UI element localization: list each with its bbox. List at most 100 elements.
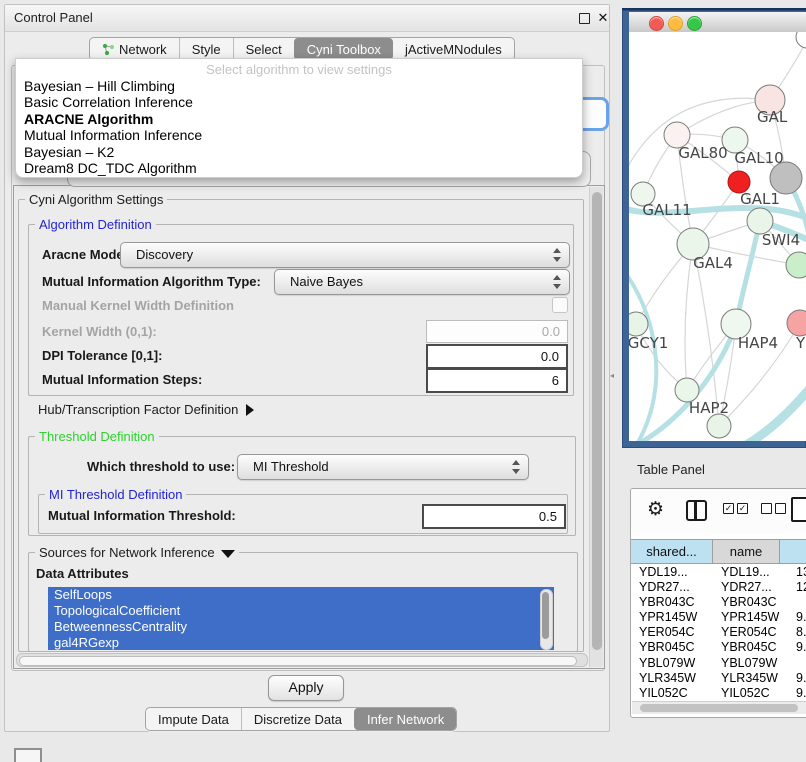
node-top-partial[interactable] — [796, 32, 806, 48]
zoom-traffic-light[interactable] — [687, 16, 702, 31]
table-cell[interactable]: YLR345W — [713, 671, 780, 686]
tab-style[interactable]: Style — [179, 38, 233, 60]
threshold-definition-title: Threshold Definition — [35, 429, 159, 444]
table-cell[interactable]: YBL079W — [631, 656, 713, 671]
tab-label: Style — [192, 42, 221, 57]
tab-impute-data[interactable]: Impute Data — [146, 708, 241, 730]
dropdown-item-dream8-dc-tdc-algorithm[interactable]: Dream8 DC_TDC Algorithm — [16, 160, 582, 176]
table-cell[interactable]: YIL052C — [713, 686, 780, 701]
control-panel-title: Control Panel — [14, 5, 93, 31]
table-cell[interactable]: YBR045C — [713, 640, 780, 655]
which-threshold-value: MI Threshold — [253, 455, 329, 479]
table-cell[interactable]: 13 — [780, 565, 806, 580]
dropdown-item-bayesian-k2[interactable]: Bayesian – K2 — [16, 144, 582, 160]
attribute-item-topologicalcoefficient[interactable]: TopologicalCoefficient — [48, 603, 554, 619]
attr-list-scrollbar[interactable] — [540, 589, 553, 650]
hub-definition-label: Hub/Transcription Factor Definition — [38, 402, 238, 417]
settings-hscrollbar[interactable] — [16, 653, 588, 667]
table-cell[interactable]: 8. — [780, 625, 806, 640]
table-cell[interactable]: YDR27... — [631, 580, 713, 595]
select-all-icon[interactable]: ✓✓ — [723, 503, 748, 514]
tab-discretize-data[interactable]: Discretize Data — [241, 708, 354, 730]
hub-definition-toggle[interactable]: Hub/Transcription Factor Definition — [38, 402, 254, 417]
node-green-right[interactable] — [786, 252, 806, 278]
columns-icon[interactable] — [686, 500, 707, 521]
minimize-traffic-light[interactable] — [668, 16, 683, 31]
table-cell[interactable]: YER054C — [713, 625, 780, 640]
kernel-width-label: Kernel Width (0,1): — [42, 324, 157, 339]
gear-icon[interactable]: ⚙ — [647, 498, 664, 521]
minimized-panel-icon[interactable] — [14, 748, 42, 762]
table-cell[interactable]: YBL079W — [713, 656, 780, 671]
network-window-titlebar[interactable] — [629, 12, 806, 33]
tab-jactivemnodules[interactable]: jActiveMNodules — [393, 38, 514, 60]
dropdown-item-mutual-information-inference[interactable]: Mutual Information Inference — [16, 127, 582, 143]
attribute-item-gal4rgexp[interactable]: gal4RGexp — [48, 635, 554, 650]
dpi-tolerance-label: DPI Tolerance [0,1]: — [42, 348, 162, 363]
attribute-item-selfloops[interactable]: SelfLoops — [48, 587, 554, 603]
table-cell[interactable] — [780, 656, 806, 671]
table-cell[interactable]: YBR045C — [631, 640, 713, 655]
dpi-tolerance-field[interactable]: 0.0 — [426, 344, 568, 369]
table-cell[interactable]: YIL052C — [631, 686, 713, 701]
network-edge-thick[interactable] — [736, 221, 760, 324]
dropdown-item-aracne-algorithm[interactable]: ARACNE Algorithm — [16, 111, 582, 127]
table-cell[interactable]: YPR145W — [713, 610, 780, 625]
column-header-extra[interactable] — [780, 539, 806, 564]
table-hscrollbar[interactable] — [632, 701, 806, 714]
settings-scrollpane: Cyni Algorithm Settings Algorithm Defini… — [13, 185, 605, 669]
node-gcy1[interactable] — [629, 312, 648, 336]
node-label-hap4: HAP4 — [738, 334, 778, 352]
data-attributes-list[interactable]: SelfLoopsTopologicalCoefficientBetweenne… — [48, 587, 554, 650]
table-cell[interactable]: YPR145W — [631, 610, 713, 625]
aracne-mode-value: Discovery — [136, 243, 193, 267]
deselect-all-icon[interactable] — [761, 503, 786, 514]
mi-type-combo[interactable]: Naive Bayes — [274, 269, 570, 295]
settings-vscrollbar[interactable] — [589, 187, 603, 667]
tab-cyni-toolbox[interactable]: Cyni Toolbox — [294, 38, 393, 60]
table-cell[interactable]: YBR043C — [713, 595, 780, 610]
node-salmon[interactable] — [787, 310, 806, 336]
table-cell[interactable]: YDL19... — [631, 565, 713, 580]
table-cell[interactable]: 9. — [780, 671, 806, 686]
expanded-arrow-icon — [221, 550, 235, 558]
attribute-item-betweennesscentrality[interactable]: BetweennessCentrality — [48, 619, 554, 635]
apply-button[interactable]: Apply — [268, 675, 344, 701]
table-cell[interactable]: YER054C — [631, 625, 713, 640]
dropdown-item-basic-correlation-inference[interactable]: Basic Correlation Inference — [16, 94, 582, 110]
column-header-name[interactable]: name — [713, 539, 780, 564]
export-table-icon[interactable] — [791, 497, 806, 522]
close-traffic-light[interactable] — [649, 16, 664, 31]
table-cell[interactable]: 9. — [780, 610, 806, 625]
column-header-shared-[interactable]: shared... — [631, 539, 713, 564]
table-cell[interactable]: YDL19... — [713, 565, 780, 580]
tab-infer-network[interactable]: Infer Network — [354, 708, 456, 730]
close-panel-icon[interactable]: ✕ — [595, 9, 611, 27]
table-cell[interactable]: 9. — [780, 686, 806, 701]
mi-threshold-field[interactable]: 0.5 — [422, 504, 566, 529]
table-cell[interactable]: YDR27... — [713, 580, 780, 595]
which-threshold-combo[interactable]: MI Threshold — [237, 454, 529, 480]
mi-steps-field[interactable]: 6 — [426, 368, 568, 393]
table-cell[interactable]: YLR345W — [631, 671, 713, 686]
float-panel-icon[interactable] — [579, 13, 590, 24]
network-edge[interactable] — [685, 244, 693, 390]
aracne-mode-combo[interactable]: Discovery — [120, 242, 570, 268]
table-cell[interactable]: 12 — [780, 580, 806, 595]
sources-group-title[interactable]: Sources for Network Inference — [35, 545, 239, 560]
manual-kernel-checkbox[interactable] — [552, 297, 568, 313]
table-cell[interactable]: YBR043C — [631, 595, 713, 610]
table-cell[interactable] — [780, 595, 806, 610]
tab-select[interactable]: Select — [233, 38, 294, 60]
control-panel: Control Panel ✕ Network Style SelectCyni T… — [4, 4, 610, 732]
tab-network[interactable]: Network — [90, 38, 179, 60]
kernel-width-field[interactable]: 0.0 — [426, 320, 568, 343]
node-label-gal10: GAL10 — [734, 149, 783, 167]
algorithm-definition-title: Algorithm Definition — [35, 217, 156, 232]
network-canvas[interactable]: GALGAL80GAL10GAL1GAL11SWI4GAL4GCY1HAP4YH… — [629, 32, 806, 441]
dropdown-item-bayesian-hill-climbing[interactable]: Bayesian – Hill Climbing — [16, 78, 582, 94]
table-cell[interactable]: 9. — [780, 640, 806, 655]
node-bottom[interactable] — [707, 414, 731, 438]
network-edge-thick[interactable] — [629, 270, 656, 441]
panel-resize-handle[interactable]: ◂ — [610, 371, 615, 380]
